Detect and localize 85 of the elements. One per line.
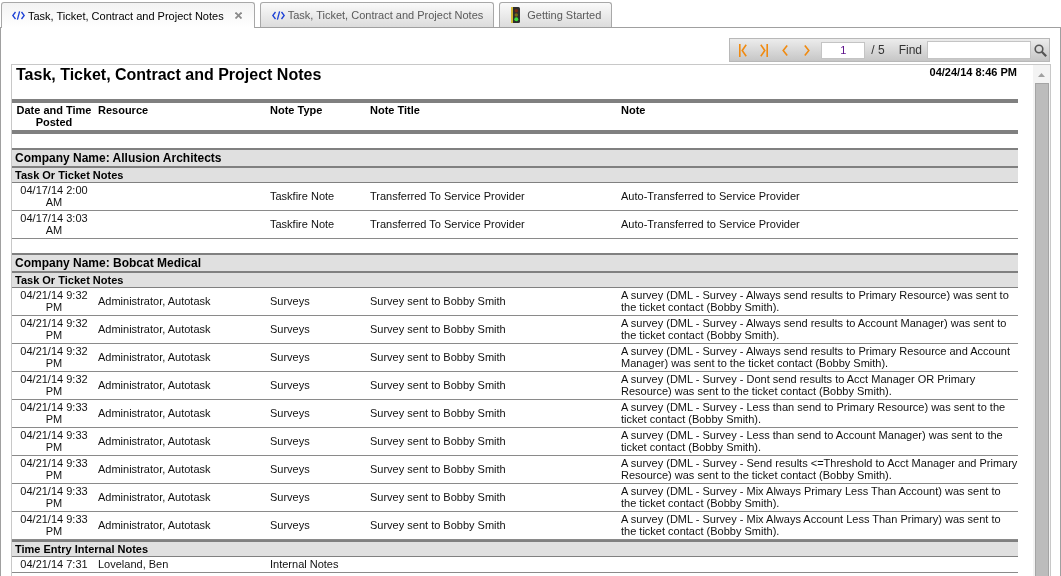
search-icon[interactable] <box>1034 43 1047 57</box>
table-cell-text: Administrator, Autotask <box>97 407 212 419</box>
table-cell-text: Administrator, Autotask <box>97 435 212 447</box>
table-cell-text: Survey sent to Bobby Smith <box>370 379 507 391</box>
table-cell-text: Survey sent to Bobby Smith <box>370 463 507 475</box>
table-cell-text: Loveland, Ben <box>97 558 170 570</box>
table-cell-text: A survey (DML - Survey - Always send results to Primary Resource and Account Manager) was sent to the ticket contact (Bobby Smith). <box>621 345 1012 369</box>
report-date: 04/24/14 8:46 PM <box>929 66 1018 79</box>
traffic-light-icon <box>511 7 521 23</box>
table-cell-text: Administrator, Autotask <box>97 379 212 391</box>
table-cell-text: A survey (DML - Survey - Always send results to Primary Resource) was sent to the ticket contact (Bobby Smith). <box>621 289 1010 313</box>
table-cell-text: Administrator, Autotask <box>97 295 212 307</box>
table-cell-text: Administrator, Autotask <box>97 519 212 531</box>
table-cell-text: 04/21/14 9:33 PM <box>19 429 89 453</box>
table-cell-text: Transferred To Service Provider <box>370 218 526 230</box>
chevron-right-icon[interactable] <box>804 44 811 56</box>
table-cell-text: Auto-Transferred to Service Provider <box>621 190 801 202</box>
tab[interactable]: Task, Ticket, Contract and Project Notes <box>259 2 495 27</box>
table-cell-text: Surveys <box>269 351 311 363</box>
table-cell-text: Survey sent to Bobby Smith <box>370 407 507 419</box>
section-header: Time Entry Internal Notes <box>12 540 1018 557</box>
table-cell-text: A survey (DML - Survey - Less than send to Primary Resource) was sent to the ticket contact (Bobby Smith). <box>621 401 1007 425</box>
table-cell-text: 04/21/14 9:33 PM <box>19 513 89 537</box>
table-cell-text: 04/21/14 9:32 PM <box>19 289 89 313</box>
table-cell-text: 04/21/14 9:33 PM <box>19 401 89 425</box>
table-cell-text: 04/21/14 9:33 PM <box>19 485 89 509</box>
close-icon[interactable] <box>234 12 242 19</box>
table-cell-text: 04/21/14 7:31 <box>19 558 89 570</box>
tab[interactable]: Task, Ticket, Contract and Project Notes <box>1 2 255 28</box>
column-header: Note Type <box>269 104 324 116</box>
table-cell-text: Taskfire Note <box>269 218 336 230</box>
table-cell: A survey (DML - Survey - Send results <=Threshold to Acct Manager and Primary Resource) was sent to the ticket contact (Bobby Smith). <box>621 457 1018 481</box>
group-header: Company Name: Allusion Architects <box>12 148 1018 166</box>
table-cell-text: A survey (DML - Survey - Always send results to Account Manager) was sent to the ticket contact (Bobby Smith). <box>621 317 1008 341</box>
find-label: Find <box>898 43 922 57</box>
table-cell-text: Survey sent to Bobby Smith <box>370 435 507 447</box>
page-count: / 5 <box>871 43 885 57</box>
table-cell-text: A survey (DML - Survey - Mix Always Account Less Than Primary) was sent to the ticket contact (Bobby Smith). <box>621 513 1002 537</box>
group-header: Company Name: Bobcat Medical <box>12 253 1018 271</box>
last-page-icon[interactable] <box>760 43 769 57</box>
code-icon <box>271 10 285 20</box>
table-cell-text: 04/21/14 9:33 PM <box>19 457 89 481</box>
first-page-icon[interactable] <box>739 43 748 57</box>
table-cell-text: 04/21/14 9:32 PM <box>19 373 89 397</box>
chevron-left-icon[interactable] <box>782 44 789 56</box>
table-cell-text: 04/21/14 9:32 PM <box>19 345 89 369</box>
table-cell-text: Transferred To Service Provider <box>370 190 526 202</box>
code-icon <box>12 11 25 20</box>
table-cell-text: Surveys <box>269 407 311 419</box>
table-cell-text: Survey sent to Bobby Smith <box>370 351 507 363</box>
table-cell-text: Internal Notes <box>269 558 340 570</box>
column-header: Note <box>621 104 647 116</box>
table-cell-text: Surveys <box>269 295 311 307</box>
table-cell-text: Administrator, Autotask <box>97 491 212 503</box>
table-cell-text: Surveys <box>269 491 311 503</box>
find-field[interactable] <box>927 41 1031 59</box>
table-cell-text: Administrator, Autotask <box>97 463 212 475</box>
table-cell-text: Surveys <box>269 463 311 475</box>
report-title: Task, Ticket, Contract and Project Notes <box>15 66 322 84</box>
section-header: Task Or Ticket Notes <box>12 166 1018 183</box>
table-cell-text: Surveys <box>269 379 311 391</box>
table-cell-text: Survey sent to Bobby Smith <box>370 519 507 531</box>
table-cell-text: 04/17/14 2:00 AM <box>19 184 89 208</box>
table-cell-text: A survey (DML - Survey - Less than send to Account Manager) was sent to the ticket contact (Bobby Smith). <box>621 429 1004 453</box>
table-cell-text: Surveys <box>269 323 311 335</box>
table-cell-text: Surveys <box>269 435 311 447</box>
scroll-up-icon[interactable] <box>1038 73 1045 77</box>
page-field[interactable]: 1 <box>821 41 866 59</box>
table-cell-text: A survey (DML - Survey - Mix Always Primary Less Than Account) was sent to the ticket contact (Bobby Smith). <box>621 485 1002 509</box>
column-header: Note Title <box>370 104 421 116</box>
table-cell-text: Administrator, Autotask <box>97 351 212 363</box>
section-header: Task Or Ticket Notes <box>12 271 1018 288</box>
column-header: Date and Time Posted <box>15 104 93 128</box>
table-cell-text: Auto-Transferred to Service Provider <box>621 218 801 230</box>
table-cell-text: 04/21/14 9:32 PM <box>19 317 89 341</box>
table-cell-text: A survey (DML - Survey - Dont send results to Acct Manager OR Primary Resource) was sent to the ticket contact (Bobby Smith). <box>621 373 977 397</box>
table-cell-text: Administrator, Autotask <box>97 323 212 335</box>
table-cell-text: Survey sent to Bobby Smith <box>370 491 507 503</box>
column-header: Resource <box>97 104 150 116</box>
table-cell-text: Taskfire Note <box>269 190 336 202</box>
tab[interactable]: Getting Started <box>499 2 613 27</box>
table-cell-text: Survey sent to Bobby Smith <box>370 323 507 335</box>
table-cell-text: Surveys <box>269 519 311 531</box>
table-cell-text: Survey sent to Bobby Smith <box>370 295 507 307</box>
table-cell-text: 04/17/14 3:03 AM <box>19 212 89 236</box>
